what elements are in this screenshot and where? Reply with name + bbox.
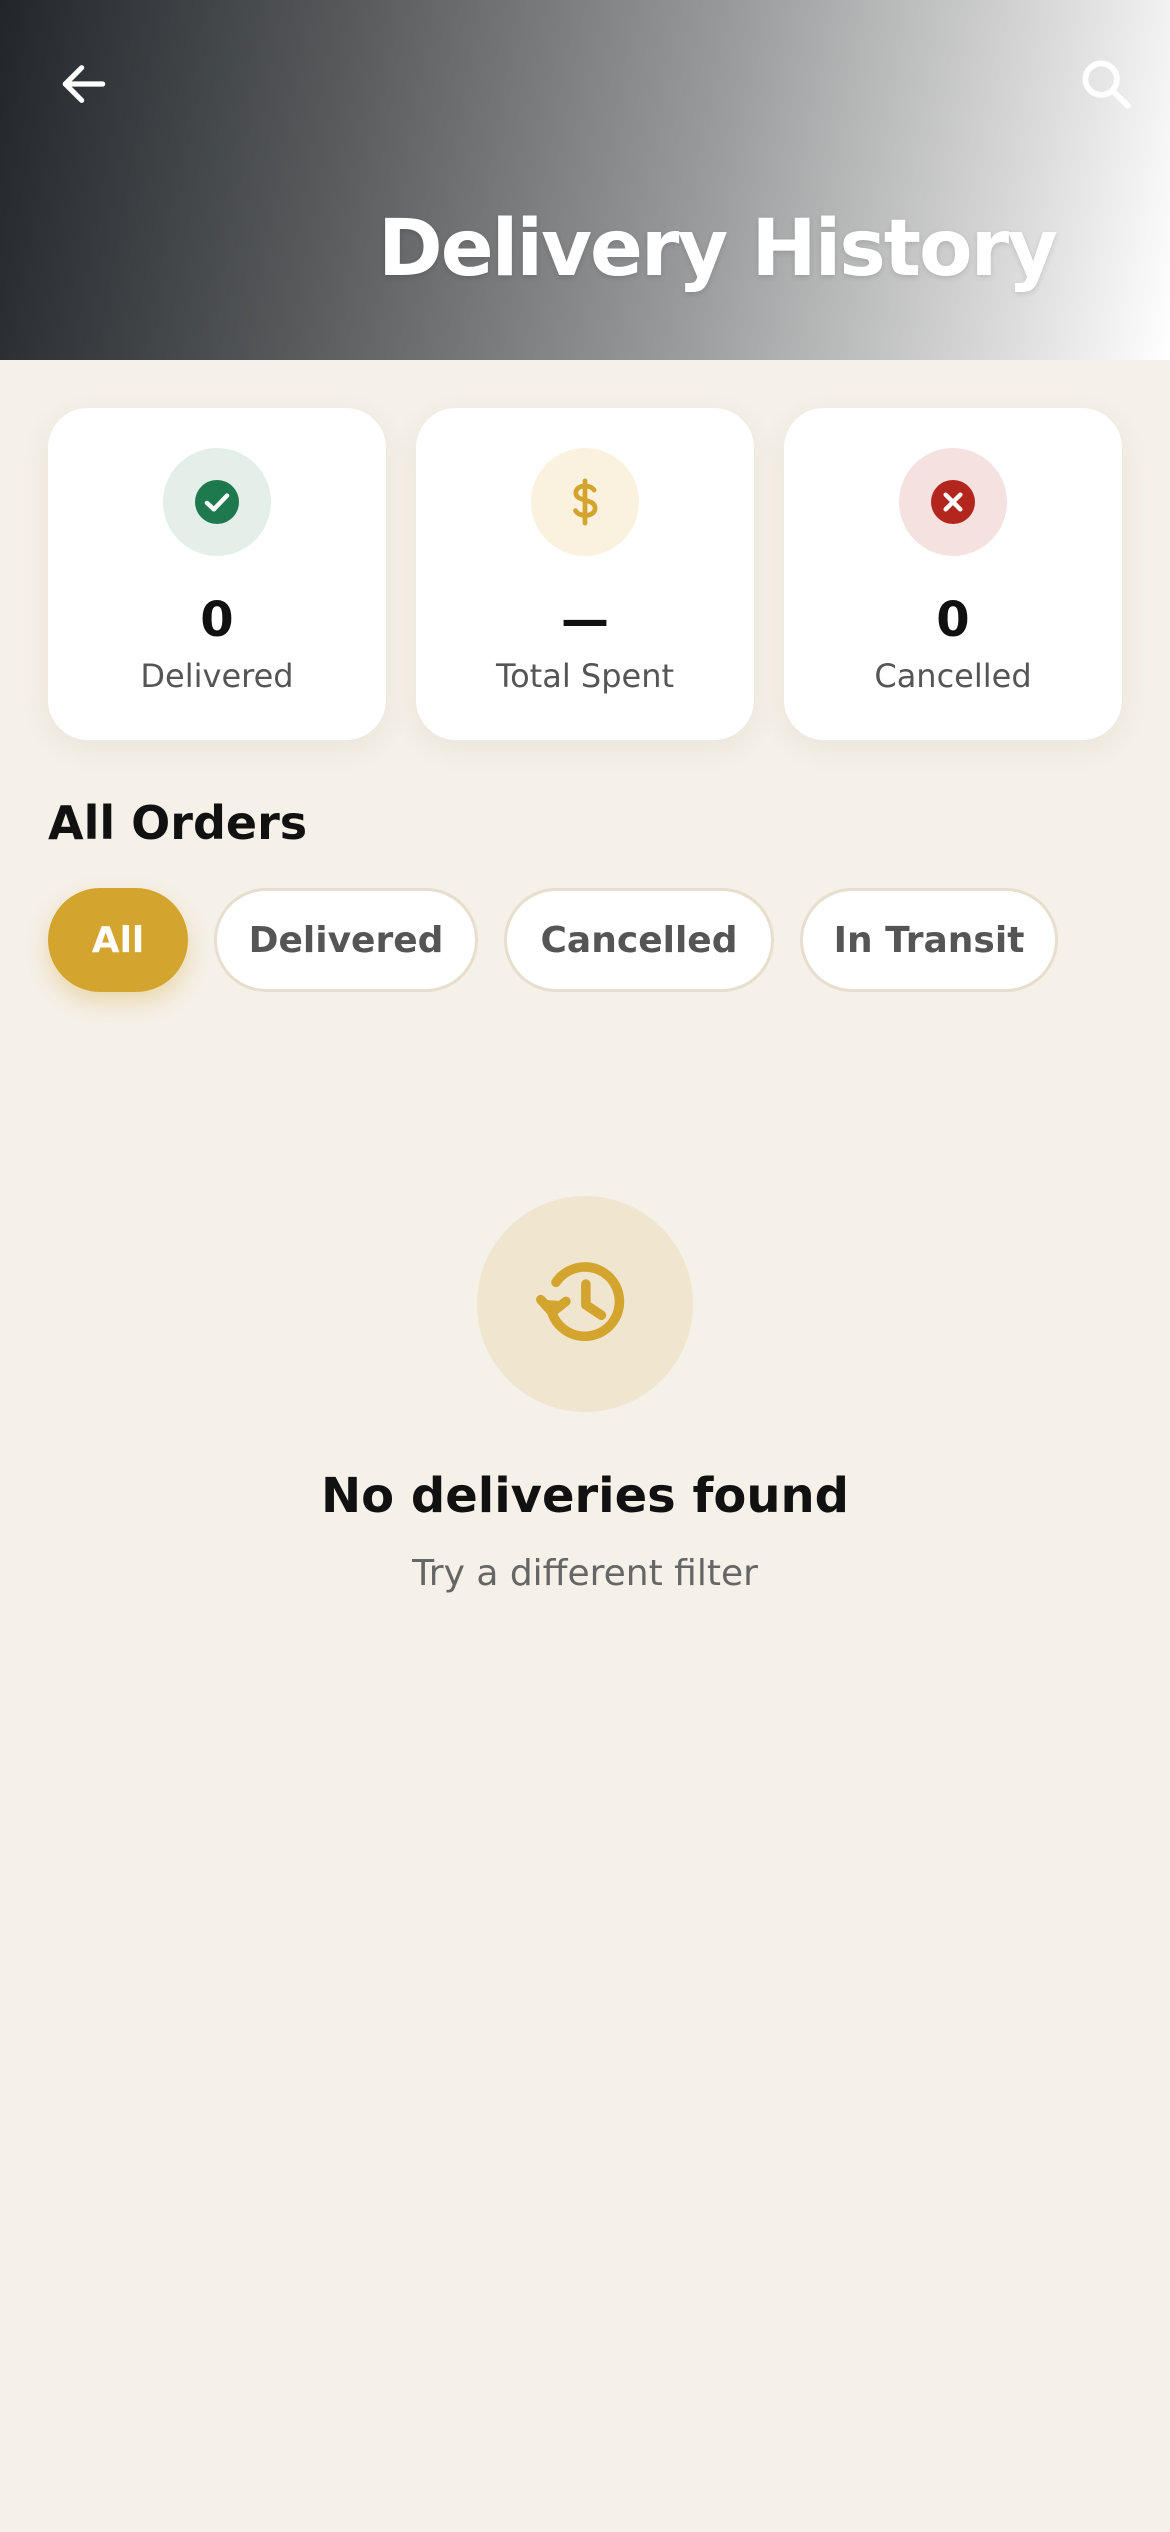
stat-icon-delivered [163, 448, 271, 556]
empty-state-title: No deliveries found [320, 1468, 850, 1524]
stats-row: 0 Delivered — Total Spent 0 Cancelled [48, 408, 1122, 740]
stat-card-delivered: 0 Delivered [48, 408, 386, 740]
stat-label-cancelled: Cancelled [874, 657, 1032, 695]
stat-card-total-spent: — Total Spent [416, 408, 754, 740]
close-icon [931, 480, 975, 524]
stat-label-total-spent: Total Spent [495, 657, 675, 695]
history-icon [536, 1262, 625, 1342]
stat-value-total-spent: — [561, 592, 609, 648]
empty-state-icon-circle [477, 1196, 693, 1412]
filter-chip-all[interactable]: All [48, 888, 188, 992]
section-title-all-orders: All Orders [48, 796, 308, 850]
stat-label-delivered: Delivered [140, 657, 294, 695]
filter-chip-delivered[interactable]: Delivered [214, 888, 478, 992]
stat-icon-cancelled [899, 448, 1007, 556]
back-button[interactable] [44, 44, 124, 124]
stat-value-cancelled: 0 [936, 592, 970, 648]
search-icon [1082, 60, 1131, 109]
page-title: Delivery History [378, 204, 1058, 294]
empty-state-subtitle: Try a different filter [412, 1553, 758, 1594]
header: Delivery History [0, 0, 1170, 360]
stat-icon-total-spent [531, 448, 639, 556]
search-button[interactable] [1066, 44, 1146, 124]
filter-chip-cancelled[interactable]: Cancelled [504, 888, 774, 992]
dollar-icon [573, 478, 598, 526]
arrow-left-icon [62, 65, 106, 103]
stat-value-delivered: 0 [200, 592, 234, 648]
stat-card-cancelled: 0 Cancelled [784, 408, 1122, 740]
check-icon [195, 480, 239, 524]
filter-chips: All Delivered Cancelled In Transit [48, 888, 1058, 992]
filter-chip-in-transit[interactable]: In Transit [800, 888, 1058, 992]
